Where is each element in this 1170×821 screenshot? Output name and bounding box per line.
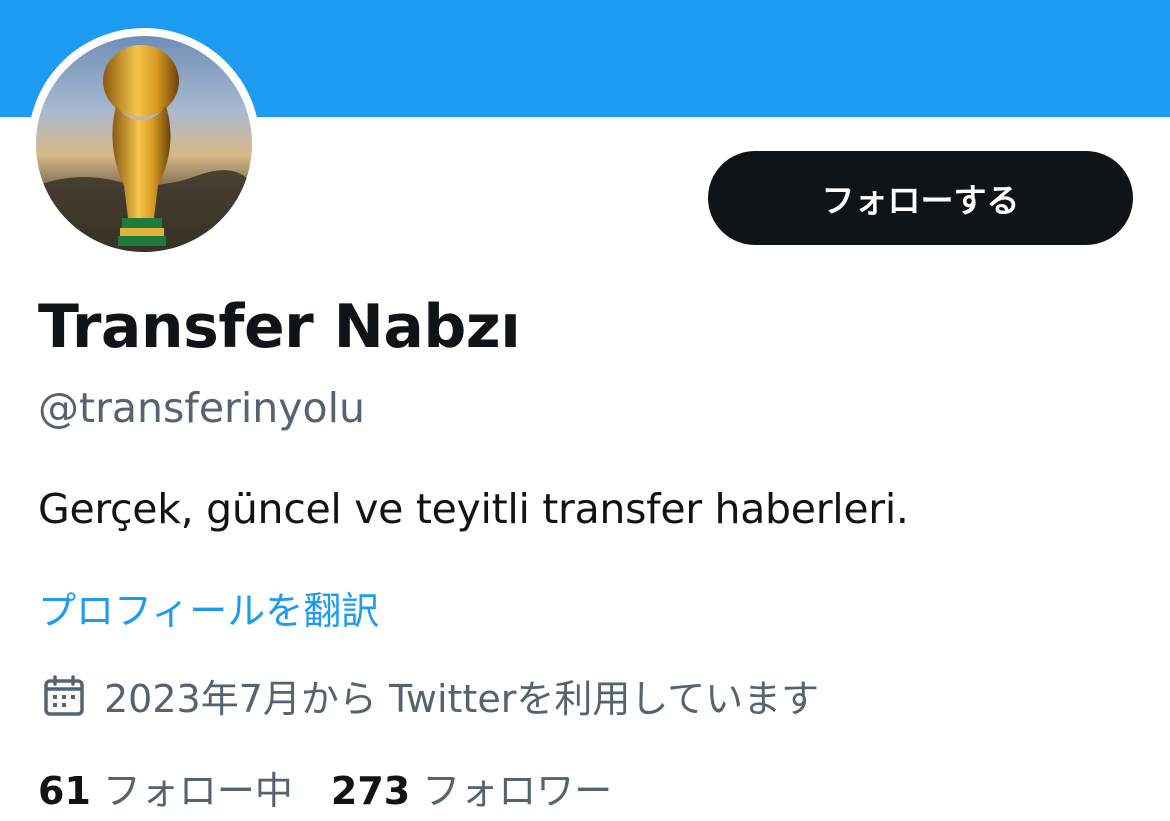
following-count: 61 <box>38 769 91 813</box>
following-label: フォロー中 <box>102 769 293 813</box>
followers-stat[interactable]: 273 フォロワー <box>331 760 612 815</box>
followers-label: フォロワー <box>422 769 613 813</box>
display-name: Transfer Nabzı <box>38 292 521 362</box>
avatar[interactable] <box>36 36 252 252</box>
followers-count: 273 <box>330 769 411 813</box>
translate-profile-link[interactable]: プロフィールを翻訳 <box>38 580 379 635</box>
avatar-border <box>28 28 260 260</box>
profile-bio: Gerçek, güncel ve teyitli transfer haber… <box>38 485 909 533</box>
profile-page: フォローする Transfer Nabzı @transferinyolu Ge… <box>0 0 1170 821</box>
follow-stats: 61 フォロー中 273 フォロワー <box>38 760 612 815</box>
joined-date-text: 2023年7月から Twitterを利用しています <box>104 677 820 721</box>
user-handle: @transferinyolu <box>38 384 366 432</box>
joined-date-row: 2023年7月から Twitterを利用しています <box>40 668 819 723</box>
trophy-avatar-icon <box>36 36 252 252</box>
following-stat[interactable]: 61 フォロー中 <box>38 760 293 815</box>
calendar-icon <box>40 672 88 720</box>
follow-button[interactable]: フォローする <box>708 151 1133 245</box>
